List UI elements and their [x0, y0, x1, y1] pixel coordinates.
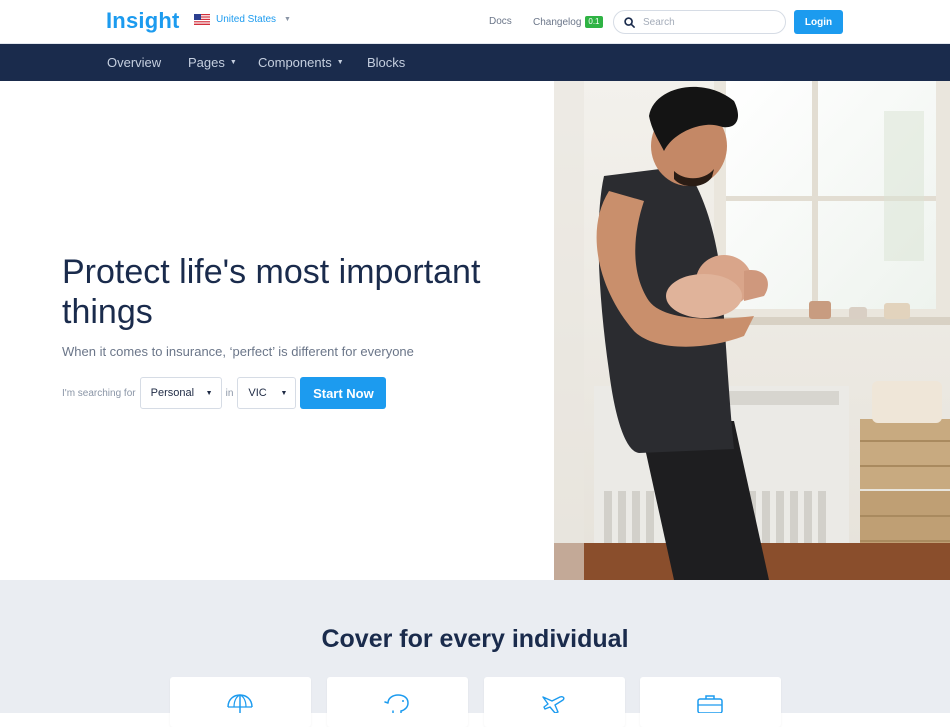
changelog-label: Changelog	[533, 16, 582, 28]
hero-photo	[554, 81, 950, 580]
cover-card-savings[interactable]	[327, 677, 468, 727]
piggy-bank-icon	[384, 694, 409, 713]
briefcase-icon	[697, 695, 723, 713]
state-select[interactable]: VIC ▼	[237, 377, 297, 409]
umbrella-icon	[227, 694, 253, 713]
hero-section: Protect life's most important things Whe…	[0, 81, 950, 580]
cover-card-umbrella[interactable]	[170, 677, 311, 727]
nav-item-pages[interactable]: Pages ▼	[188, 55, 237, 70]
chevron-down-icon: ▼	[229, 59, 237, 66]
chevron-down-icon: ▼	[284, 16, 291, 23]
in-label: in	[225, 387, 234, 399]
country-label: United States	[216, 14, 277, 25]
logo[interactable]: Insight	[106, 8, 180, 34]
hero-title: Protect life's most important things	[62, 253, 481, 331]
top-bar: Insight United States ▼ Docs Changelog 0…	[0, 0, 950, 44]
insurance-type-value: Personal	[150, 387, 195, 399]
search-box[interactable]	[613, 10, 786, 34]
cover-card-business[interactable]	[640, 677, 781, 727]
changelog-link[interactable]: Changelog 0.1	[533, 16, 603, 28]
state-value: VIC	[248, 387, 267, 399]
insurance-type-select[interactable]: Personal ▼	[139, 377, 222, 409]
searching-label: I'm searching for	[62, 387, 136, 399]
hero-subtitle: When it comes to insurance, ‘perfect’ is…	[62, 344, 414, 359]
chevron-down-icon: ▼	[205, 389, 213, 397]
nav-item-label: Components	[258, 55, 332, 70]
main-nav: Overview Pages ▼ Components ▼ Blocks	[0, 44, 950, 81]
cover-card-travel[interactable]	[484, 677, 625, 727]
nav-item-label: Blocks	[367, 55, 406, 70]
chevron-down-icon: ▼	[336, 59, 344, 66]
version-badge: 0.1	[585, 16, 603, 28]
search-input[interactable]	[643, 16, 763, 28]
quote-form: I'm searching for Personal ▼ in VIC ▼ St…	[62, 377, 387, 409]
search-icon	[624, 16, 635, 28]
nav-item-overview[interactable]: Overview	[107, 55, 161, 70]
plane-icon	[542, 696, 565, 713]
docs-link[interactable]: Docs	[489, 16, 512, 27]
cover-title: Cover for every individual	[321, 625, 629, 653]
chevron-down-icon: ▼	[280, 389, 288, 397]
us-flag-icon	[194, 14, 210, 25]
nav-item-label: Pages	[188, 55, 225, 70]
nav-item-blocks[interactable]: Blocks	[367, 55, 405, 70]
start-now-button[interactable]: Start Now	[300, 377, 387, 409]
country-selector[interactable]: United States ▼	[194, 14, 291, 25]
nav-item-components[interactable]: Components ▼	[258, 55, 344, 70]
login-button[interactable]: Login	[794, 10, 843, 34]
father-with-baby-image	[554, 81, 950, 580]
nav-item-label: Overview	[107, 55, 162, 70]
cover-section: Cover for every individual	[0, 580, 950, 727]
